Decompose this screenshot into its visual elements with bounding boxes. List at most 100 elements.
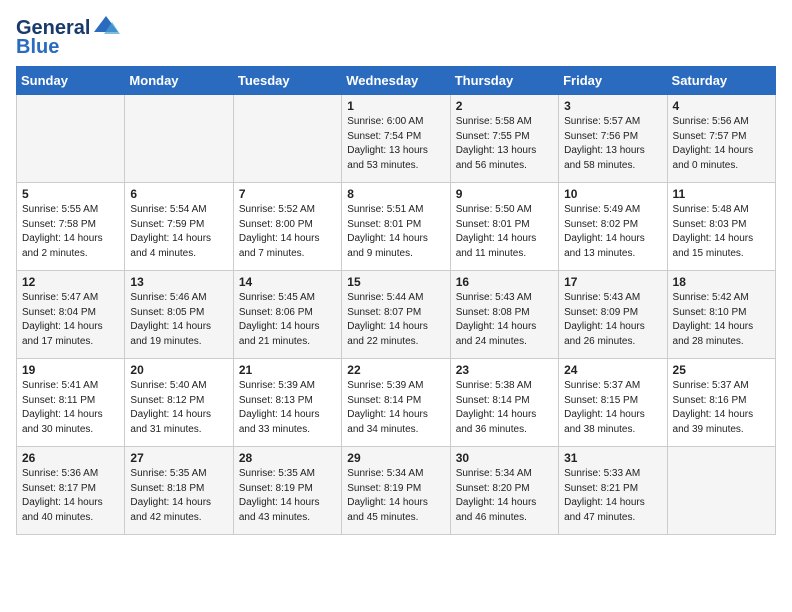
- calendar-cell: [17, 95, 125, 183]
- calendar-week-row: 5 Sunrise: 5:55 AM Sunset: 7:58 PM Daylig…: [17, 183, 776, 271]
- day-number: 10: [564, 187, 661, 201]
- calendar-cell: [667, 447, 775, 535]
- calendar-cell: 31Sunrise: 5:33 AM Sunset: 8:21 PM Dayli…: [559, 447, 667, 535]
- day-number: 2: [456, 99, 553, 113]
- day-info: Sunrise: 5:47 AM Sunset: 8:04 PM Dayligh…: [22, 291, 119, 349]
- day-info: Sunrise: 5:44 AM Sunset: 8:07 PM Dayligh…: [347, 291, 444, 349]
- day-number: 11: [673, 187, 770, 201]
- header-sunday: Sunday: [17, 67, 125, 95]
- day-info: Sunrise: 5:38 AM Sunset: 8:14 PM Dayligh…: [456, 379, 553, 437]
- day-info: Sunrise: 5:50 AM Sunset: 8:01 PM Dayligh…: [456, 203, 553, 261]
- calendar-cell: 30 Sunrise: 5:34 AM Sunset: 8:20 PM Dayli…: [450, 447, 558, 535]
- day-number: 24: [564, 363, 661, 377]
- calendar-week-row: 12 Sunrise: 5:47 AM Sunset: 8:04 PM Dayli…: [17, 271, 776, 359]
- calendar-cell: 15 Sunrise: 5:44 AM Sunset: 8:07 PM Dayli…: [342, 271, 450, 359]
- day-info: Sunrise: 5:39 AM Sunset: 8:14 PM Dayligh…: [347, 379, 444, 437]
- header-saturday: Saturday: [667, 67, 775, 95]
- calendar-cell: 9 Sunrise: 5:50 AM Sunset: 8:01 PM Daylig…: [450, 183, 558, 271]
- day-info: Sunrise: 5:37 AM Sunset: 8:16 PM Dayligh…: [673, 379, 770, 437]
- calendar-cell: [233, 95, 341, 183]
- day-info: Sunrise: 5:36 AM Sunset: 8:17 PM Dayligh…: [22, 467, 119, 525]
- day-info: Sunrise: 5:56 AM Sunset: 7:57 PM Dayligh…: [673, 115, 770, 173]
- calendar-cell: [125, 95, 233, 183]
- day-info: Sunrise: 5:34 AM Sunset: 8:20 PM Dayligh…: [456, 467, 553, 525]
- logo: General Blue: [16, 16, 120, 58]
- calendar-week-row: 1 Sunrise: 6:00 AM Sunset: 7:54 PM Daylig…: [17, 95, 776, 183]
- calendar-cell: 22 Sunrise: 5:39 AM Sunset: 8:14 PM Dayli…: [342, 359, 450, 447]
- logo-icon: [92, 12, 120, 40]
- day-info: Sunrise: 5:43 AM Sunset: 8:08 PM Dayligh…: [456, 291, 553, 349]
- calendar-cell: 26 Sunrise: 5:36 AM Sunset: 8:17 PM Dayli…: [17, 447, 125, 535]
- page-header: General Blue: [16, 16, 776, 58]
- day-info: Sunrise: 5:35 AM Sunset: 8:19 PM Dayligh…: [239, 467, 336, 525]
- day-number: 18: [673, 275, 770, 289]
- day-number: 15: [347, 275, 444, 289]
- day-info: Sunrise: 5:34 AM Sunset: 8:19 PM Dayligh…: [347, 467, 444, 525]
- calendar-cell: 7 Sunrise: 5:52 AM Sunset: 8:00 PM Daylig…: [233, 183, 341, 271]
- day-info: Sunrise: 5:57 AM Sunset: 7:56 PM Dayligh…: [564, 115, 661, 173]
- day-number: 14: [239, 275, 336, 289]
- day-number: 3: [564, 99, 661, 113]
- day-info: Sunrise: 6:00 AM Sunset: 7:54 PM Dayligh…: [347, 115, 444, 173]
- day-info: Sunrise: 5:46 AM Sunset: 8:05 PM Dayligh…: [130, 291, 227, 349]
- day-number: 19: [22, 363, 119, 377]
- day-number: 1: [347, 99, 444, 113]
- day-info: Sunrise: 5:45 AM Sunset: 8:06 PM Dayligh…: [239, 291, 336, 349]
- calendar-cell: 20 Sunrise: 5:40 AM Sunset: 8:12 PM Dayli…: [125, 359, 233, 447]
- calendar-cell: 11 Sunrise: 5:48 AM Sunset: 8:03 PM Dayli…: [667, 183, 775, 271]
- calendar-cell: 27Sunrise: 5:35 AM Sunset: 8:18 PM Dayli…: [125, 447, 233, 535]
- day-number: 9: [456, 187, 553, 201]
- day-info: Sunrise: 5:42 AM Sunset: 8:10 PM Dayligh…: [673, 291, 770, 349]
- calendar-cell: 8Sunrise: 5:51 AM Sunset: 8:01 PM Daylig…: [342, 183, 450, 271]
- calendar-cell: 4 Sunrise: 5:56 AM Sunset: 7:57 PM Daylig…: [667, 95, 775, 183]
- day-number: 30: [456, 451, 553, 465]
- calendar-table: SundayMondayTuesdayWednesdayThursdayFrid…: [16, 66, 776, 535]
- calendar-cell: 25 Sunrise: 5:37 AM Sunset: 8:16 PM Dayli…: [667, 359, 775, 447]
- header-friday: Friday: [559, 67, 667, 95]
- day-number: 31: [564, 451, 661, 465]
- day-number: 21: [239, 363, 336, 377]
- day-number: 27: [130, 451, 227, 465]
- day-number: 13: [130, 275, 227, 289]
- day-number: 12: [22, 275, 119, 289]
- day-info: Sunrise: 5:40 AM Sunset: 8:12 PM Dayligh…: [130, 379, 227, 437]
- day-number: 5: [22, 187, 119, 201]
- day-info: Sunrise: 5:52 AM Sunset: 8:00 PM Dayligh…: [239, 203, 336, 261]
- day-info: Sunrise: 5:58 AM Sunset: 7:55 PM Dayligh…: [456, 115, 553, 173]
- day-number: 4: [673, 99, 770, 113]
- day-number: 7: [239, 187, 336, 201]
- day-number: 22: [347, 363, 444, 377]
- day-info: Sunrise: 5:48 AM Sunset: 8:03 PM Dayligh…: [673, 203, 770, 261]
- day-info: Sunrise: 5:54 AM Sunset: 7:59 PM Dayligh…: [130, 203, 227, 261]
- day-info: Sunrise: 5:55 AM Sunset: 7:58 PM Dayligh…: [22, 203, 119, 261]
- calendar-cell: 24Sunrise: 5:37 AM Sunset: 8:15 PM Dayli…: [559, 359, 667, 447]
- calendar-cell: 29 Sunrise: 5:34 AM Sunset: 8:19 PM Dayli…: [342, 447, 450, 535]
- day-number: 26: [22, 451, 119, 465]
- calendar-cell: 5 Sunrise: 5:55 AM Sunset: 7:58 PM Daylig…: [17, 183, 125, 271]
- calendar-cell: 19 Sunrise: 5:41 AM Sunset: 8:11 PM Dayli…: [17, 359, 125, 447]
- calendar-cell: 18 Sunrise: 5:42 AM Sunset: 8:10 PM Dayli…: [667, 271, 775, 359]
- header-tuesday: Tuesday: [233, 67, 341, 95]
- calendar-cell: 3 Sunrise: 5:57 AM Sunset: 7:56 PM Daylig…: [559, 95, 667, 183]
- calendar-cell: 10 Sunrise: 5:49 AM Sunset: 8:02 PM Dayli…: [559, 183, 667, 271]
- day-number: 29: [347, 451, 444, 465]
- day-number: 6: [130, 187, 227, 201]
- calendar-cell: 13 Sunrise: 5:46 AM Sunset: 8:05 PM Dayli…: [125, 271, 233, 359]
- calendar-cell: 2 Sunrise: 5:58 AM Sunset: 7:55 PM Daylig…: [450, 95, 558, 183]
- day-info: Sunrise: 5:39 AM Sunset: 8:13 PM Dayligh…: [239, 379, 336, 437]
- calendar-week-row: 19 Sunrise: 5:41 AM Sunset: 8:11 PM Dayli…: [17, 359, 776, 447]
- header-wednesday: Wednesday: [342, 67, 450, 95]
- calendar-cell: 12 Sunrise: 5:47 AM Sunset: 8:04 PM Dayli…: [17, 271, 125, 359]
- day-number: 20: [130, 363, 227, 377]
- calendar-header-row: SundayMondayTuesdayWednesdayThursdayFrid…: [17, 67, 776, 95]
- header-monday: Monday: [125, 67, 233, 95]
- day-info: Sunrise: 5:51 AM Sunset: 8:01 PM Dayligh…: [347, 203, 444, 261]
- day-number: 25: [673, 363, 770, 377]
- day-info: Sunrise: 5:43 AM Sunset: 8:09 PM Dayligh…: [564, 291, 661, 349]
- calendar-cell: 16Sunrise: 5:43 AM Sunset: 8:08 PM Dayli…: [450, 271, 558, 359]
- day-number: 28: [239, 451, 336, 465]
- day-info: Sunrise: 5:41 AM Sunset: 8:11 PM Dayligh…: [22, 379, 119, 437]
- day-number: 17: [564, 275, 661, 289]
- day-info: Sunrise: 5:49 AM Sunset: 8:02 PM Dayligh…: [564, 203, 661, 261]
- calendar-cell: 6 Sunrise: 5:54 AM Sunset: 7:59 PM Daylig…: [125, 183, 233, 271]
